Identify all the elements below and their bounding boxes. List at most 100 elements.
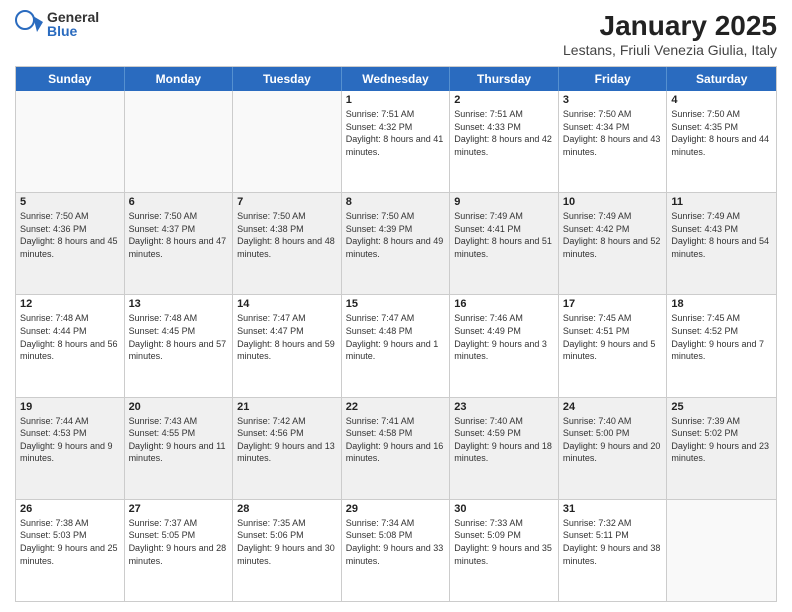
day-info: Sunrise: 7:46 AM Sunset: 4:49 PM Dayligh…	[454, 312, 554, 362]
day-number: 23	[454, 401, 554, 413]
week-row: 1Sunrise: 7:51 AM Sunset: 4:32 PM Daylig…	[16, 91, 776, 193]
day-number: 4	[671, 94, 772, 106]
day-info: Sunrise: 7:32 AM Sunset: 5:11 PM Dayligh…	[563, 517, 663, 567]
logo: General Blue	[15, 10, 99, 38]
day-cell: 15Sunrise: 7:47 AM Sunset: 4:48 PM Dayli…	[342, 295, 451, 396]
day-info: Sunrise: 7:34 AM Sunset: 5:08 PM Dayligh…	[346, 517, 446, 567]
day-info: Sunrise: 7:50 AM Sunset: 4:36 PM Dayligh…	[20, 210, 120, 260]
day-cell: 23 Sunrise: 7:40 AM Sunset: 4:59 PM Dayli…	[450, 398, 559, 499]
day-cell: 24 Sunrise: 7:40 AM Sunset: 5:00 PM Dayli…	[559, 398, 668, 499]
day-cell	[125, 91, 234, 192]
day-cell: 30 Sunrise: 7:33 AM Sunset: 5:09 PM Dayli…	[450, 500, 559, 601]
week-row: 12Sunrise: 7:48 AM Sunset: 4:44 PM Dayli…	[16, 295, 776, 397]
day-number: 17	[563, 298, 663, 310]
day-info: Sunrise: 7:39 AM Sunset: 5:02 PM Dayligh…	[671, 415, 772, 465]
day-info: Sunrise: 7:48 AM Sunset: 4:45 PM Dayligh…	[129, 312, 229, 362]
day-info: Sunrise: 7:50 AM Sunset: 4:39 PM Dayligh…	[346, 210, 446, 260]
day-cell: 29Sunrise: 7:34 AM Sunset: 5:08 PM Dayli…	[342, 500, 451, 601]
day-number: 30	[454, 503, 554, 515]
day-header: Tuesday	[233, 67, 342, 91]
day-info: Sunrise: 7:37 AM Sunset: 5:05 PM Dayligh…	[129, 517, 229, 567]
day-headers: SundayMondayTuesdayWednesdayThursdayFrid…	[16, 67, 776, 91]
day-cell: 18Sunrise: 7:45 AM Sunset: 4:52 PM Dayli…	[667, 295, 776, 396]
day-cell: 8Sunrise: 7:50 AM Sunset: 4:39 PM Daylig…	[342, 193, 451, 294]
day-header: Wednesday	[342, 67, 451, 91]
day-cell: 1Sunrise: 7:51 AM Sunset: 4:32 PM Daylig…	[342, 91, 451, 192]
day-cell: 22Sunrise: 7:41 AM Sunset: 4:58 PM Dayli…	[342, 398, 451, 499]
day-number: 6	[129, 196, 229, 208]
day-cell: 5Sunrise: 7:50 AM Sunset: 4:36 PM Daylig…	[16, 193, 125, 294]
day-info: Sunrise: 7:40 AM Sunset: 5:00 PM Dayligh…	[563, 415, 663, 465]
day-cell: 4 Sunrise: 7:50 AM Sunset: 4:35 PM Daylig…	[667, 91, 776, 192]
day-number: 3	[563, 94, 663, 106]
page: General Blue January 2025 Lestans, Friul…	[0, 0, 792, 612]
day-number: 27	[129, 503, 229, 515]
day-number: 14	[237, 298, 337, 310]
day-header: Saturday	[667, 67, 776, 91]
day-cell: 19 Sunrise: 7:44 AM Sunset: 4:53 PM Dayli…	[16, 398, 125, 499]
day-info: Sunrise: 7:50 AM Sunset: 4:37 PM Dayligh…	[129, 210, 229, 260]
day-number: 7	[237, 196, 337, 208]
day-info: Sunrise: 7:45 AM Sunset: 4:51 PM Dayligh…	[563, 312, 663, 362]
day-number: 24	[563, 401, 663, 413]
day-header: Friday	[559, 67, 668, 91]
day-cell: 20Sunrise: 7:43 AM Sunset: 4:55 PM Dayli…	[125, 398, 234, 499]
day-cell: 21Sunrise: 7:42 AM Sunset: 4:56 PM Dayli…	[233, 398, 342, 499]
day-info: Sunrise: 7:49 AM Sunset: 4:42 PM Dayligh…	[563, 210, 663, 260]
day-number: 15	[346, 298, 446, 310]
day-cell: 3Sunrise: 7:50 AM Sunset: 4:34 PM Daylig…	[559, 91, 668, 192]
day-info: Sunrise: 7:47 AM Sunset: 4:47 PM Dayligh…	[237, 312, 337, 362]
day-info: Sunrise: 7:41 AM Sunset: 4:58 PM Dayligh…	[346, 415, 446, 465]
day-header: Sunday	[16, 67, 125, 91]
week-row: 5Sunrise: 7:50 AM Sunset: 4:36 PM Daylig…	[16, 193, 776, 295]
day-info: Sunrise: 7:44 AM Sunset: 4:53 PM Dayligh…	[20, 415, 120, 465]
day-info: Sunrise: 7:50 AM Sunset: 4:35 PM Dayligh…	[671, 108, 772, 158]
day-info: Sunrise: 7:51 AM Sunset: 4:32 PM Dayligh…	[346, 108, 446, 158]
day-info: Sunrise: 7:35 AM Sunset: 5:06 PM Dayligh…	[237, 517, 337, 567]
day-cell: 14 Sunrise: 7:47 AM Sunset: 4:47 PM Dayli…	[233, 295, 342, 396]
day-number: 16	[454, 298, 554, 310]
day-header: Monday	[125, 67, 234, 91]
header: General Blue January 2025 Lestans, Friul…	[15, 10, 777, 58]
day-cell	[667, 500, 776, 601]
subtitle: Lestans, Friuli Venezia Giulia, Italy	[563, 42, 777, 58]
day-cell: 2 Sunrise: 7:51 AM Sunset: 4:33 PM Daylig…	[450, 91, 559, 192]
day-cell: 10Sunrise: 7:49 AM Sunset: 4:42 PM Dayli…	[559, 193, 668, 294]
day-info: Sunrise: 7:49 AM Sunset: 4:43 PM Dayligh…	[671, 210, 772, 260]
day-cell: 17 Sunrise: 7:45 AM Sunset: 4:51 PM Dayli…	[559, 295, 668, 396]
day-info: Sunrise: 7:48 AM Sunset: 4:44 PM Dayligh…	[20, 312, 120, 362]
day-cell	[16, 91, 125, 192]
day-info: Sunrise: 7:33 AM Sunset: 5:09 PM Dayligh…	[454, 517, 554, 567]
day-cell	[233, 91, 342, 192]
day-number: 25	[671, 401, 772, 413]
day-number: 11	[671, 196, 772, 208]
day-number: 2	[454, 94, 554, 106]
day-cell: 7 Sunrise: 7:50 AM Sunset: 4:38 PM Daylig…	[233, 193, 342, 294]
calendar: SundayMondayTuesdayWednesdayThursdayFrid…	[15, 66, 777, 602]
day-cell: 25 Sunrise: 7:39 AM Sunset: 5:02 PM Dayli…	[667, 398, 776, 499]
calendar-body: 1Sunrise: 7:51 AM Sunset: 4:32 PM Daylig…	[16, 91, 776, 601]
logo-text: General Blue	[47, 10, 99, 38]
logo-general: General	[47, 10, 99, 24]
day-cell: 6 Sunrise: 7:50 AM Sunset: 4:37 PM Daylig…	[125, 193, 234, 294]
day-info: Sunrise: 7:49 AM Sunset: 4:41 PM Dayligh…	[454, 210, 554, 260]
day-cell: 27 Sunrise: 7:37 AM Sunset: 5:05 PM Dayli…	[125, 500, 234, 601]
title-block: January 2025 Lestans, Friuli Venezia Giu…	[563, 10, 777, 58]
main-title: January 2025	[563, 10, 777, 42]
day-info: Sunrise: 7:51 AM Sunset: 4:33 PM Dayligh…	[454, 108, 554, 158]
day-number: 9	[454, 196, 554, 208]
day-cell: 13 Sunrise: 7:48 AM Sunset: 4:45 PM Dayli…	[125, 295, 234, 396]
day-info: Sunrise: 7:43 AM Sunset: 4:55 PM Dayligh…	[129, 415, 229, 465]
day-info: Sunrise: 7:50 AM Sunset: 4:38 PM Dayligh…	[237, 210, 337, 260]
week-row: 19 Sunrise: 7:44 AM Sunset: 4:53 PM Dayli…	[16, 398, 776, 500]
week-row: 26Sunrise: 7:38 AM Sunset: 5:03 PM Dayli…	[16, 500, 776, 601]
day-info: Sunrise: 7:40 AM Sunset: 4:59 PM Dayligh…	[454, 415, 554, 465]
day-header: Thursday	[450, 67, 559, 91]
day-cell: 11 Sunrise: 7:49 AM Sunset: 4:43 PM Dayli…	[667, 193, 776, 294]
logo-icon	[15, 10, 43, 38]
day-number: 13	[129, 298, 229, 310]
day-number: 19	[20, 401, 120, 413]
day-info: Sunrise: 7:38 AM Sunset: 5:03 PM Dayligh…	[20, 517, 120, 567]
day-info: Sunrise: 7:45 AM Sunset: 4:52 PM Dayligh…	[671, 312, 772, 362]
day-info: Sunrise: 7:42 AM Sunset: 4:56 PM Dayligh…	[237, 415, 337, 465]
